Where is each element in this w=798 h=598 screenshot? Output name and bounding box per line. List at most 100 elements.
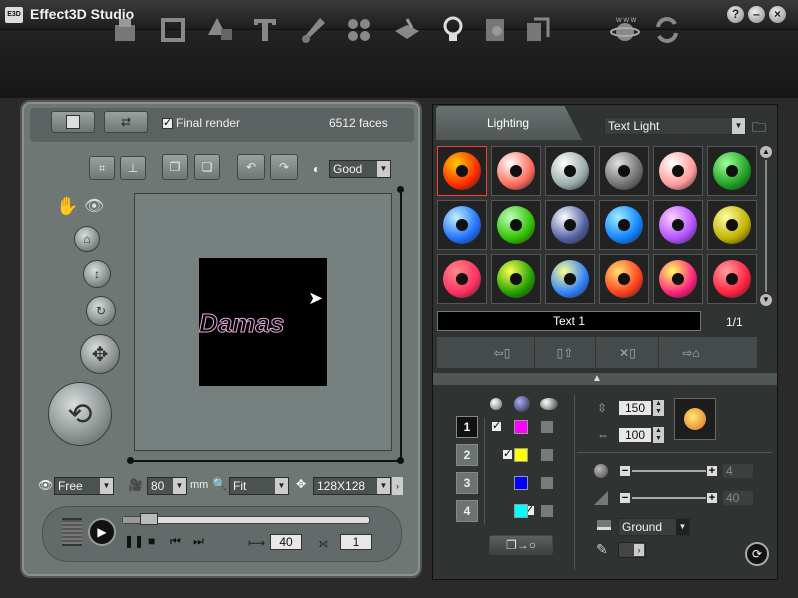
light-layer-shadow-toggle[interactable] <box>540 476 554 490</box>
current-frame-field[interactable]: 1 <box>340 534 372 550</box>
timeline-slider[interactable] <box>122 516 370 524</box>
pause-icon[interactable]: ❚❚ <box>124 534 144 548</box>
intensity-plus-button[interactable]: + <box>706 465 718 477</box>
light-layer-color-swatch[interactable] <box>514 504 528 518</box>
preset-select[interactable]: Text Light ▼ <box>604 117 746 135</box>
delete-preset-button[interactable]: ✕▯ <box>597 337 659 368</box>
view-mode-select[interactable]: Free ▼ <box>54 477 114 495</box>
help-button[interactable]: ? <box>727 6 744 23</box>
final-render-checkbox[interactable] <box>162 116 173 129</box>
light-layer-color-swatch[interactable] <box>514 448 528 462</box>
light-layer-shadow-toggle[interactable] <box>540 420 554 434</box>
model-icon[interactable] <box>108 13 142 47</box>
close-button[interactable]: × <box>769 6 786 23</box>
apply-light-button[interactable]: ❐→○ <box>489 535 553 555</box>
export-icon[interactable] <box>520 13 554 47</box>
light-layer-button[interactable]: 2 <box>456 444 478 466</box>
swap-view-button[interactable]: ⇄ <box>104 111 148 133</box>
crop-button[interactable]: ⌗ <box>89 156 115 180</box>
spread-field[interactable]: 40 <box>722 490 754 506</box>
eyedropper-icon[interactable]: ✎ <box>596 541 608 558</box>
spread-plus-button[interactable]: + <box>706 492 718 504</box>
light-layer-shadow-toggle[interactable] <box>540 448 554 462</box>
light-layer-enabled-checkbox[interactable] <box>502 447 513 460</box>
light-position-preview[interactable] <box>674 398 716 440</box>
distance-select[interactable]: 80 ▼ <box>147 477 187 495</box>
vertical-angle-field[interactable]: 150 <box>618 400 652 416</box>
texture-icon[interactable] <box>478 13 512 47</box>
reset-light-button[interactable]: ⟳ <box>745 542 769 566</box>
prev-preset-button[interactable]: ⇦▯ <box>471 337 533 368</box>
scale-handle-left[interactable] <box>127 457 134 464</box>
orbit-button[interactable]: ⟲ <box>48 382 112 446</box>
intensity-slider[interactable] <box>632 470 706 472</box>
home-view-button[interactable]: ⌂ <box>74 226 100 252</box>
light-preset-swatch[interactable] <box>707 254 757 304</box>
ground-color-button[interactable]: › <box>618 542 646 558</box>
light-preset-swatch[interactable] <box>545 200 595 250</box>
shape-icon[interactable] <box>203 13 237 47</box>
background-icon[interactable] <box>390 13 424 47</box>
move-vertical-button[interactable]: ↕ <box>83 260 111 288</box>
light-layer-color-swatch[interactable] <box>514 476 528 490</box>
text-tool-icon[interactable] <box>248 13 282 47</box>
light-preset-swatch[interactable] <box>707 146 757 196</box>
scroll-down-icon[interactable]: ▼ <box>760 294 772 306</box>
light-layer-shadow-toggle[interactable] <box>540 504 554 518</box>
light-preset-swatch[interactable] <box>491 200 541 250</box>
next-icon[interactable]: ⏭ <box>193 534 204 549</box>
grid-scrollbar[interactable]: ▲ ▼ <box>760 146 772 306</box>
folder-icon[interactable]: 🗀 <box>752 117 766 141</box>
horizontal-stepper[interactable]: ▲ ▼ <box>653 427 664 443</box>
timeline-thumb[interactable] <box>140 513 159 525</box>
material-icon[interactable] <box>296 13 330 47</box>
splitter-up-icon[interactable]: ▲ <box>592 373 602 384</box>
undo-button[interactable]: ↶ <box>237 154 265 180</box>
size-more-button[interactable]: › <box>392 477 403 495</box>
axis-button[interactable]: ⊥ <box>120 156 146 180</box>
light-preset-swatch[interactable] <box>599 200 649 250</box>
web-icon[interactable]: W W W <box>608 13 642 47</box>
frame-length-field[interactable]: 40 <box>270 534 302 550</box>
light-preset-swatch[interactable] <box>599 254 649 304</box>
light-preset-swatch[interactable] <box>545 146 595 196</box>
play-button[interactable]: ▶ <box>88 518 116 546</box>
scroll-up-icon[interactable]: ▲ <box>760 146 772 158</box>
previous-icon[interactable]: ⏮ <box>170 534 181 549</box>
spread-slider[interactable] <box>632 497 706 499</box>
light-preset-swatch[interactable] <box>437 200 487 250</box>
copy-button[interactable]: ❐ <box>162 154 188 180</box>
light-layer-color-swatch[interactable] <box>514 420 528 434</box>
light-bulb-icon[interactable] <box>436 13 470 47</box>
rotate-button[interactable]: ↻ <box>86 296 116 326</box>
new-file-button[interactable] <box>51 111 95 133</box>
panel-splitter[interactable] <box>433 373 777 385</box>
intensity-field[interactable]: 4 <box>722 463 754 479</box>
spread-minus-button[interactable]: − <box>619 492 631 504</box>
zoom-select[interactable]: Fit ▼ <box>229 477 289 495</box>
minimize-button[interactable]: – <box>748 6 765 23</box>
eye-icon[interactable]: 👁 <box>84 196 104 216</box>
light-preset-swatch[interactable] <box>491 254 541 304</box>
scale-handle-top[interactable] <box>397 186 404 193</box>
vertical-stepper[interactable]: ▲ ▼ <box>653 400 664 416</box>
light-preset-swatch[interactable] <box>653 254 703 304</box>
light-preset-swatch[interactable] <box>653 146 703 196</box>
home-preset-button[interactable]: ⇨⌂ <box>660 337 722 368</box>
light-preset-swatch[interactable] <box>437 146 487 196</box>
pattern-icon[interactable] <box>342 13 376 47</box>
preset-name-field[interactable]: Text 1 <box>437 311 701 331</box>
move-all-button[interactable]: ✥ <box>80 334 120 374</box>
paste-button[interactable]: ❏ <box>194 154 220 180</box>
light-preset-swatch[interactable] <box>545 254 595 304</box>
light-layer-button[interactable]: 4 <box>456 500 478 522</box>
light-layer-enabled-checkbox[interactable] <box>491 419 502 432</box>
light-preset-swatch[interactable] <box>653 200 703 250</box>
quality-select[interactable]: Good ▼ <box>329 160 391 178</box>
scroll-track[interactable] <box>765 160 767 292</box>
refresh-icon[interactable] <box>650 13 684 47</box>
light-preset-swatch[interactable] <box>707 200 757 250</box>
horizontal-angle-field[interactable]: 100 <box>618 427 652 443</box>
light-layer-button[interactable]: 1 <box>456 416 478 438</box>
stop-icon[interactable]: ■ <box>148 534 155 548</box>
